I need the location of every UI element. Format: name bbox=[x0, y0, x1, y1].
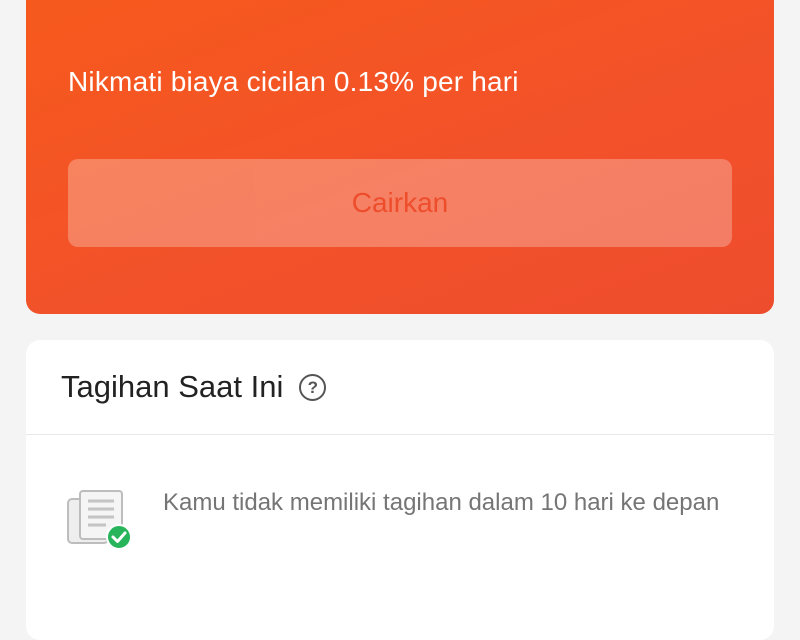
document-check-icon bbox=[67, 490, 132, 550]
current-bills-body: Kamu tidak memiliki tagihan dalam 10 har… bbox=[26, 435, 774, 640]
no-bills-message: Kamu tidak memiliki tagihan dalam 10 har… bbox=[163, 489, 720, 516]
promo-subtitle: Nikmati biaya cicilan 0.13% per hari bbox=[68, 66, 519, 97]
current-bills-title: Tagihan Saat Ini bbox=[61, 369, 284, 404]
current-bills-card: Tagihan Saat Ini ? Kamu tidak memiliki t… bbox=[26, 340, 774, 640]
withdraw-button[interactable]: Cairkan bbox=[68, 159, 732, 247]
question-circle-icon[interactable]: ? bbox=[299, 373, 327, 401]
promo-card: Nikmati biaya cicilan 0.13% per hari Cai… bbox=[26, 0, 774, 314]
current-bills-header: Tagihan Saat Ini ? bbox=[26, 340, 774, 435]
